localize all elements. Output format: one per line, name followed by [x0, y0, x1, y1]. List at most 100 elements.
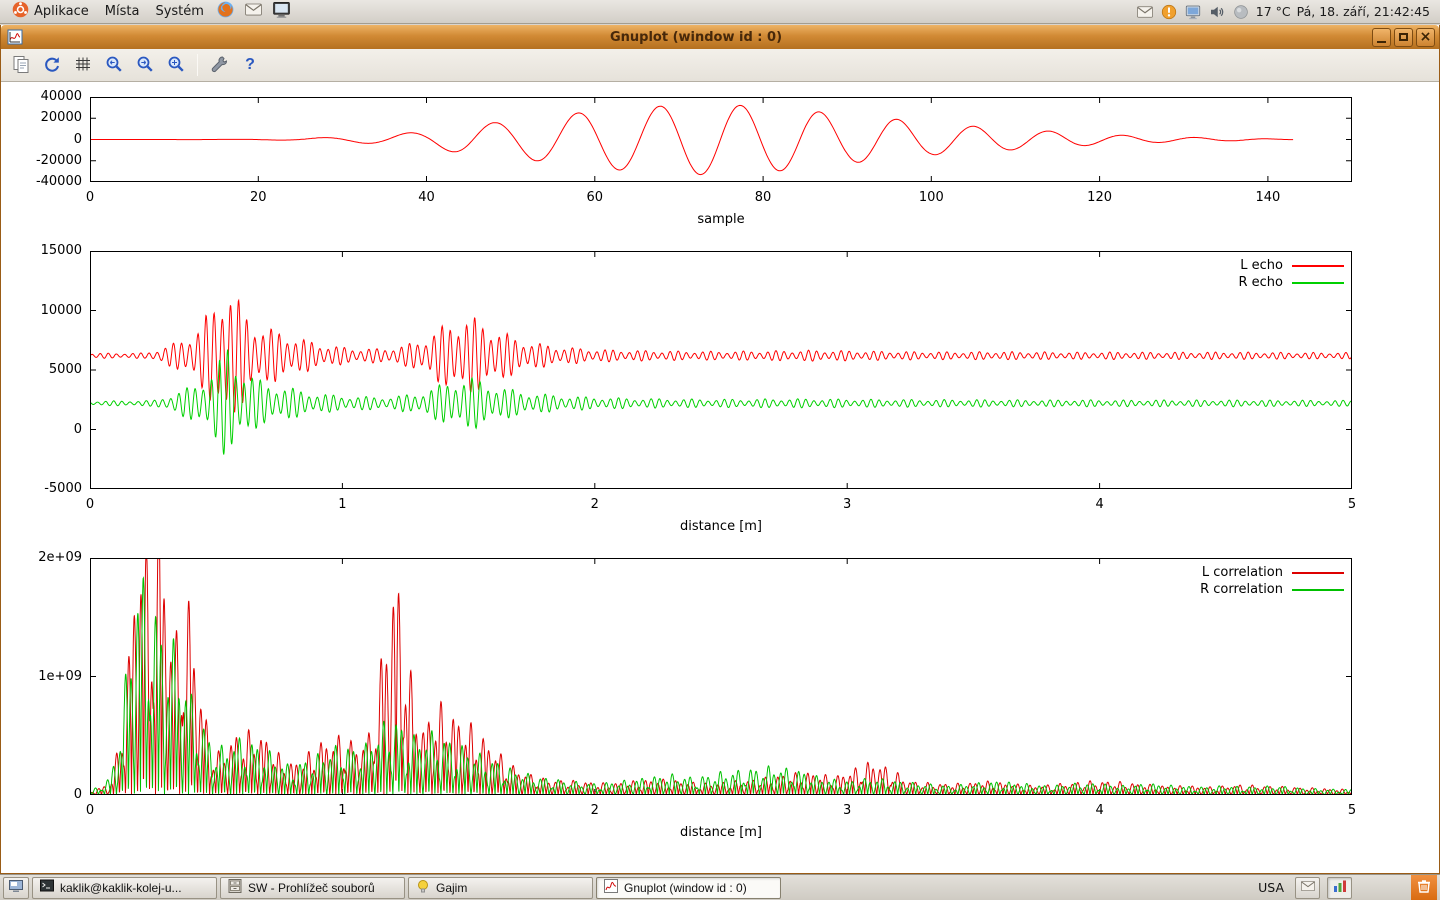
zoom-previous-button[interactable] [100, 52, 128, 79]
close-button[interactable]: × [1416, 28, 1435, 47]
grid-button[interactable] [69, 52, 97, 79]
x-tick-label: 20 [216, 190, 300, 206]
x-tick-label: 4 [1058, 803, 1142, 819]
display-icon[interactable] [1184, 3, 1202, 21]
zoom-next-icon [135, 54, 155, 77]
toolbar-separator [197, 54, 198, 76]
copy-button[interactable] [7, 52, 35, 79]
update-notifier-icon[interactable] [1160, 3, 1178, 21]
x-tick-label: 60 [553, 190, 637, 206]
desktop: Aplikace Místa Systém [0, 0, 1440, 900]
weather-icon[interactable] [1232, 3, 1250, 21]
x-tick-label: 0 [48, 803, 132, 819]
maximize-button[interactable] [1394, 28, 1413, 47]
x-tick-label: 100 [889, 190, 973, 206]
terminal-launcher[interactable] [271, 1, 293, 23]
gnuplot-toolbar: ? [1, 49, 1439, 82]
plot-tray-button[interactable] [1327, 877, 1352, 899]
window-titlebar[interactable]: Gnuplot (window id : 0) × [1, 25, 1439, 49]
plot-surface: sample -40000-20000020000400000204060801… [1, 82, 1439, 873]
close-icon: × [1420, 30, 1432, 44]
temperature-indicator[interactable]: 17 °C [1256, 4, 1291, 19]
chart-icon [1332, 878, 1348, 897]
autoscale-button[interactable] [162, 52, 190, 79]
firefox-launcher[interactable] [215, 1, 237, 23]
legend-label: L echo [1240, 258, 1283, 273]
legend-entry: R echo [1238, 274, 1344, 291]
plot-area[interactable] [90, 558, 1352, 795]
replot-button[interactable] [38, 52, 66, 79]
gajim-icon [415, 878, 431, 897]
y-tick-label: -20000 [8, 153, 82, 169]
x-tick-label: 5 [1310, 803, 1394, 819]
x-tick-label: 4 [1058, 497, 1142, 513]
legend-entry: R correlation [1200, 581, 1344, 598]
mail-launcher[interactable] [243, 1, 265, 23]
legend-line-sample [1292, 572, 1344, 574]
mail-icon [244, 0, 263, 23]
menu-applications-label: Aplikace [34, 4, 89, 19]
taskbar-tray: USA [1254, 875, 1437, 900]
configure-button[interactable] [205, 52, 233, 79]
keyboard-layout-indicator[interactable]: USA [1254, 880, 1288, 895]
window-icon [7, 29, 23, 45]
x-tick-label: 120 [1058, 190, 1142, 206]
y-tick-label: 0 [8, 787, 82, 803]
x-axis-title: distance [m] [90, 825, 1352, 840]
chart-echo: L echoR echo distance [m] -5000050001000… [90, 251, 1352, 489]
window-title: Gnuplot (window id : 0) [23, 30, 1369, 45]
mail-notification-icon[interactable] [1136, 3, 1154, 21]
y-tick-label: 40000 [8, 89, 82, 105]
legend-label: R correlation [1200, 582, 1283, 597]
show-desktop-button[interactable] [3, 877, 29, 899]
legend-label: L correlation [1202, 565, 1283, 580]
ubuntu-logo-icon [12, 1, 29, 22]
x-tick-label: 5 [1310, 497, 1394, 513]
gnuplot-window: Gnuplot (window id : 0) × [0, 25, 1440, 874]
legend-line-sample [1292, 265, 1344, 267]
menu-system-label: Systém [155, 4, 203, 19]
show-desktop-icon [8, 878, 24, 897]
menu-places[interactable]: Místa [97, 0, 148, 23]
y-tick-label: 0 [8, 422, 82, 438]
y-tick-label: 20000 [8, 110, 82, 126]
taskbar-window-gajim[interactable]: Gajim [408, 877, 593, 899]
plot-area[interactable] [90, 97, 1352, 182]
menu-places-label: Místa [105, 4, 140, 19]
firefox-icon [216, 0, 235, 23]
clock[interactable]: Pá, 18. září, 21:42:45 [1297, 4, 1430, 19]
legend-line-sample [1292, 589, 1344, 591]
x-tick-label: 140 [1226, 190, 1310, 206]
menu-system[interactable]: Systém [147, 0, 211, 23]
chart-sample-waveform: sample -40000-20000020000400000204060801… [90, 97, 1352, 182]
taskbar-window-gnuplot[interactable]: Gnuplot (window id : 0) [596, 877, 781, 899]
gnuplot-icon [603, 878, 619, 897]
wrench-icon [209, 54, 229, 77]
y-tick-label: -40000 [8, 174, 82, 190]
x-tick-label: 3 [805, 497, 889, 513]
replot-icon [42, 54, 62, 77]
zoom-next-button[interactable] [131, 52, 159, 79]
minimize-button[interactable] [1372, 28, 1391, 47]
trash-button[interactable] [1411, 875, 1437, 900]
y-tick-label: 5000 [8, 362, 82, 378]
x-axis-title: distance [m] [90, 519, 1352, 534]
autoscale-icon [166, 54, 186, 77]
volume-icon[interactable] [1208, 3, 1226, 21]
taskbar-window-label: Gnuplot (window id : 0) [624, 881, 747, 895]
plot-area[interactable] [90, 251, 1352, 489]
taskbar-window-file-browser[interactable]: SW - Prohlížeč souborů [220, 877, 405, 899]
legend-entry: L correlation [1200, 564, 1344, 581]
trash-icon [1415, 877, 1433, 898]
taskbar-window-label: kaklik@kaklik-kolej-u... [60, 881, 182, 895]
taskbar-window-terminal[interactable]: kaklik@kaklik-kolej-u... [32, 877, 217, 899]
y-tick-label: 10000 [8, 303, 82, 319]
y-tick-label: 0 [8, 132, 82, 148]
mail-tray-button[interactable] [1295, 877, 1320, 899]
x-tick-label: 2 [553, 803, 637, 819]
copy-icon [11, 54, 31, 77]
help-button[interactable]: ? [236, 52, 264, 79]
x-tick-label: 0 [48, 190, 132, 206]
system-tray: 17 °C Pá, 18. září, 21:42:45 [1136, 3, 1436, 21]
menu-applications[interactable]: Aplikace [4, 0, 97, 23]
